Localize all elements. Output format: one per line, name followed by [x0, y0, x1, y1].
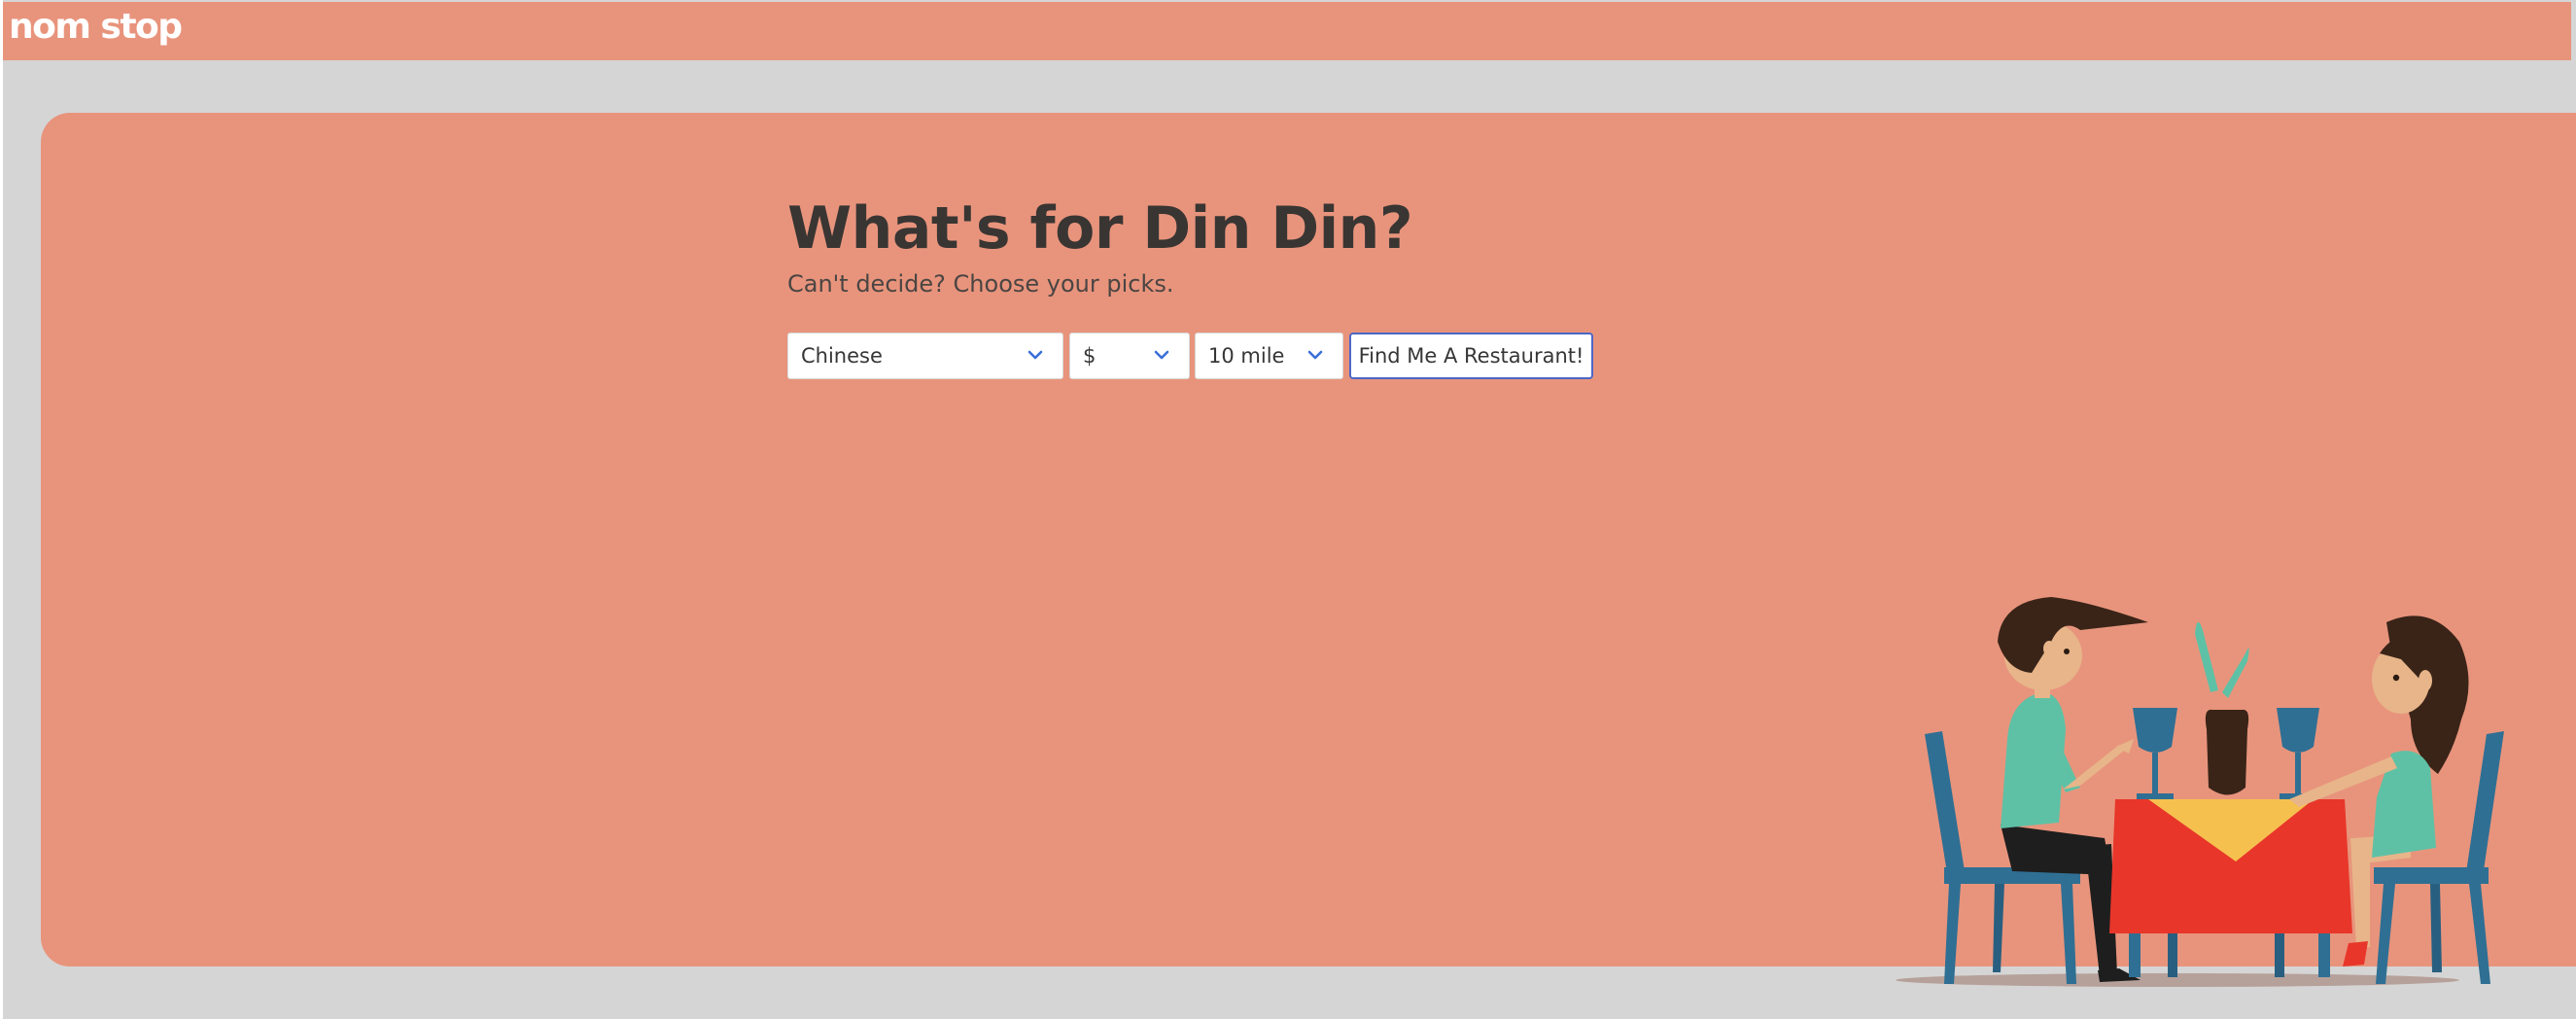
dining-table [2109, 799, 2352, 977]
nomstop-logo[interactable]: nom stop [9, 4, 183, 51]
page-subtitle: Can't decide? Choose your picks. [787, 270, 1174, 298]
find-restaurant-button[interactable]: Find Me A Restaurant! [1349, 333, 1593, 379]
price-select[interactable]: $ [1069, 333, 1190, 379]
top-navbar: nom stop [3, 2, 2571, 60]
wine-glass-right [2277, 708, 2319, 799]
search-section: What's for Din Din? Can't decide? Choose… [787, 190, 1593, 379]
vase-with-plant [2195, 621, 2249, 795]
distance-select[interactable]: 10 mile [1195, 333, 1343, 379]
cuisine-select[interactable]: Chinese [787, 333, 1063, 379]
page-title: What's for Din Din? [787, 194, 1413, 263]
chevron-down-icon [1307, 350, 1323, 360]
price-select-value: $ [1083, 344, 1097, 368]
cuisine-select-value: Chinese [801, 344, 883, 368]
chevron-down-icon [1027, 350, 1043, 360]
chevron-down-icon [1154, 350, 1169, 360]
wine-glass-left [2133, 708, 2177, 799]
distance-select-value: 10 mile [1208, 344, 1285, 368]
window-edge [0, 0, 3, 1019]
dinner-date-illustration [1896, 597, 2504, 987]
filter-controls: Chinese $ 10 mile Find Me A Restaurant! [787, 333, 1662, 381]
